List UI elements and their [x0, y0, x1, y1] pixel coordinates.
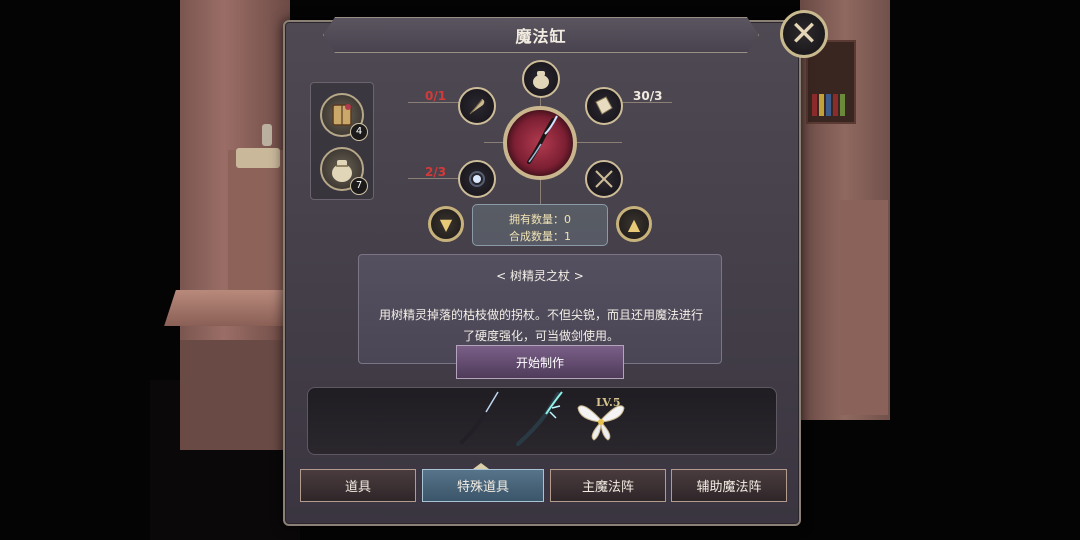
panel-title: 魔法缸 — [515, 27, 567, 46]
background-candle — [262, 124, 272, 146]
tab-special-items[interactable]: 特殊道具 — [422, 469, 544, 502]
staff-tier2-icon[interactable] — [512, 390, 568, 448]
orb-icon — [469, 171, 485, 187]
background-wall-right-inner — [840, 200, 888, 415]
inventory-sidebar: 4 7 — [310, 82, 374, 200]
background-ledge — [164, 290, 296, 326]
chevron-up-icon: ▲ — [627, 214, 641, 234]
item-name: < 树精灵之杖 > — [496, 269, 584, 283]
craft-label: 合成数量： — [509, 230, 564, 243]
inventory-count: 7 — [350, 177, 368, 195]
inventory-item-pouch[interactable]: 7 — [320, 147, 368, 195]
material-slot-pouch[interactable] — [522, 60, 560, 98]
staff-tier1-icon[interactable] — [456, 390, 504, 446]
background-table — [236, 148, 280, 168]
material-slot-feather[interactable] — [458, 87, 496, 125]
slot-count: 30/3 — [633, 89, 663, 103]
item-description: 用树精灵掉落的枯枝做的拐杖。不但尖锐，而且还用魔法进行了硬度强化，可当做剑使用。 — [378, 308, 703, 343]
inventory-count: 4 — [350, 123, 368, 141]
owned-quantity: 拥有数量：0 — [473, 211, 607, 227]
pouch-icon — [533, 71, 549, 89]
chevron-down-icon: ▼ — [439, 214, 453, 234]
material-slot-scroll[interactable] — [585, 87, 623, 125]
close-icon: ✕ — [789, 14, 819, 54]
material-slot-empty[interactable] — [585, 160, 623, 198]
game-scene: 魔法缸 ✕ 4 7 0/1 30/3 2/3 ▼ 拥有数量：0 合成数量：1 ▲… — [0, 0, 1080, 540]
tab-main-magic-circle[interactable]: 主魔法阵 — [550, 469, 666, 502]
material-slot-orb[interactable] — [458, 160, 496, 198]
scroll-icon — [595, 96, 613, 115]
decrease-button[interactable]: ▼ — [428, 206, 464, 242]
elf-staff-icon — [527, 115, 558, 164]
tab-items[interactable]: 道具 — [300, 469, 416, 502]
empty-slot-icon — [595, 170, 613, 188]
quantity-box: 拥有数量：0 合成数量：1 — [472, 204, 608, 246]
craft-value: 1 — [564, 230, 571, 243]
tab-support-magic-circle[interactable]: 辅助魔法阵 — [671, 469, 787, 502]
owned-value: 0 — [564, 213, 571, 226]
start-craft-button[interactable]: 开始制作 — [456, 345, 624, 379]
craft-quantity: 合成数量：1 — [473, 228, 607, 244]
title-bar: 魔法缸 — [323, 17, 759, 53]
level-label: LV.5 — [596, 396, 621, 409]
background-floor — [180, 340, 290, 450]
connector-line — [540, 178, 541, 204]
inventory-item-spellbook[interactable]: 4 — [320, 93, 368, 141]
owned-label: 拥有数量： — [509, 213, 564, 226]
close-button[interactable]: ✕ — [780, 10, 828, 58]
increase-button[interactable]: ▲ — [616, 206, 652, 242]
slot-count: 2/3 — [425, 165, 447, 179]
feather-icon — [469, 99, 485, 115]
slot-count: 0/1 — [425, 89, 447, 103]
result-slot[interactable] — [503, 106, 577, 180]
